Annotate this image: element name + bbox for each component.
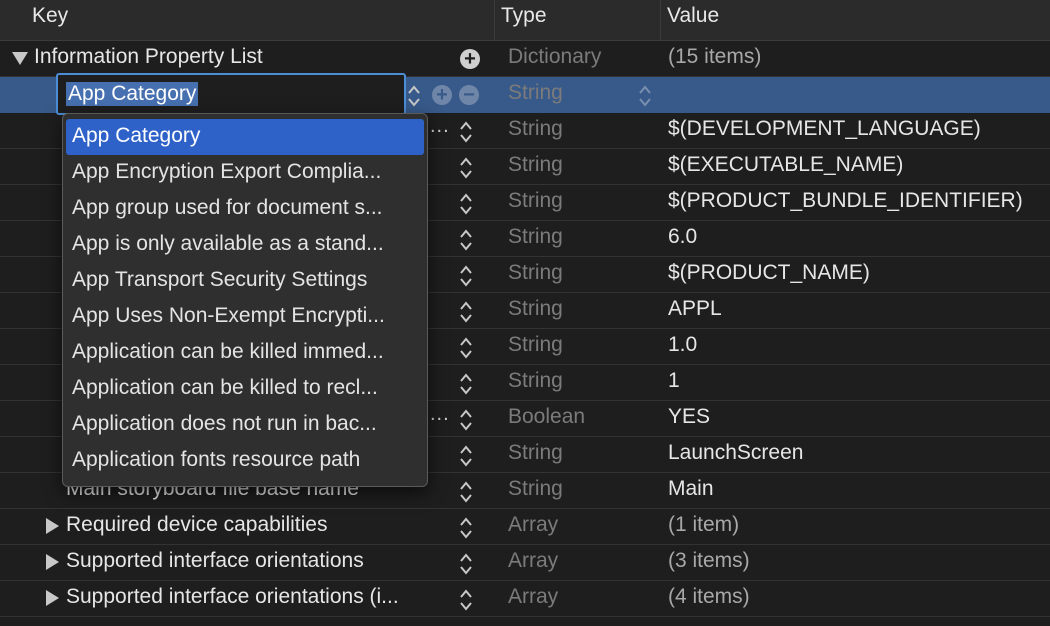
row-type: String: [508, 369, 563, 392]
add-item-icon[interactable]: +: [432, 85, 452, 105]
disclosure-triangle-icon[interactable]: [46, 554, 59, 570]
row-type: Array: [508, 513, 559, 536]
row-value: 6.0: [668, 225, 698, 248]
root-value: (15 items): [668, 45, 762, 68]
row-value: 1: [668, 369, 680, 392]
stepper-icon[interactable]: [458, 515, 474, 541]
row-value: $(PRODUCT_NAME): [668, 261, 870, 284]
stepper-icon[interactable]: [458, 371, 474, 397]
table-row[interactable]: Supported interface orientations Array (…: [0, 545, 1050, 581]
stepper-icon[interactable]: [458, 119, 474, 145]
row-key: Supported interface orientations: [66, 549, 364, 572]
key-edit-text[interactable]: App Category: [66, 82, 199, 106]
table-row[interactable]: Required device capabilities Array (1 it…: [0, 509, 1050, 545]
suggestion-item[interactable]: App Uses Non-Exempt Encrypti...: [66, 299, 424, 335]
stepper-icon[interactable]: [458, 335, 474, 361]
ellipsis-icon: ...: [430, 115, 450, 137]
disclosure-triangle-icon[interactable]: [46, 518, 59, 534]
root-row[interactable]: Information Property List + Dictionary (…: [0, 41, 1050, 77]
key-edit-field[interactable]: App Category: [56, 73, 406, 115]
row-type: String: [508, 333, 563, 356]
row-type: Array: [508, 585, 559, 608]
stepper-icon[interactable]: [458, 191, 474, 217]
suggestion-item[interactable]: App Transport Security Settings: [66, 263, 424, 299]
row-value: 1.0: [668, 333, 698, 356]
suggestion-item[interactable]: App Category: [66, 119, 424, 155]
suggestion-item[interactable]: Application does not run in bac...: [66, 407, 424, 443]
row-type: Boolean: [508, 405, 586, 428]
add-item-icon[interactable]: +: [460, 49, 480, 69]
row-value: $(DEVELOPMENT_LANGUAGE): [668, 117, 981, 140]
row-value: (3 items): [668, 549, 750, 572]
row-type: Array: [508, 549, 559, 572]
remove-item-icon[interactable]: −: [459, 85, 479, 105]
suggestion-item[interactable]: Application can be killed to recl...: [66, 371, 424, 407]
stepper-icon[interactable]: [458, 443, 474, 469]
row-type: String: [508, 261, 563, 284]
stepper-icon[interactable]: [458, 299, 474, 325]
row-type: String: [508, 225, 563, 248]
row-value: APPL: [668, 297, 722, 320]
row-key: Supported interface orientations (i...: [66, 585, 399, 608]
key-suggestions-popup: App Category App Encryption Export Compl…: [62, 113, 428, 487]
type-column-header[interactable]: Type: [501, 4, 547, 28]
suggestion-item[interactable]: Application can be killed immed...: [66, 335, 424, 371]
stepper-icon[interactable]: [458, 227, 474, 253]
disclosure-triangle-icon[interactable]: [12, 52, 28, 65]
disclosure-triangle-icon[interactable]: [46, 590, 59, 606]
row-value: $(EXECUTABLE_NAME): [668, 153, 904, 176]
column-divider[interactable]: [660, 0, 661, 40]
table-row[interactable]: Supported interface orientations (i... A…: [0, 581, 1050, 617]
column-header: Key Type Value: [0, 0, 1050, 41]
stepper-icon[interactable]: [458, 407, 474, 433]
stepper-icon[interactable]: [458, 155, 474, 181]
suggestion-item[interactable]: Application fonts resource path: [66, 443, 424, 479]
stepper-icon[interactable]: [458, 263, 474, 289]
row-value: (4 items): [668, 585, 750, 608]
type-stepper-icon[interactable]: [637, 83, 653, 109]
row-value: LaunchScreen: [668, 441, 804, 464]
row-type: String: [508, 297, 563, 320]
row-type: String: [508, 477, 563, 500]
key-stepper-icon[interactable]: [406, 83, 422, 109]
row-type[interactable]: String: [508, 81, 563, 105]
row-value: (1 item): [668, 513, 740, 536]
row-type: String: [508, 153, 563, 176]
suggestion-item[interactable]: App is only available as a stand...: [66, 227, 424, 263]
suggestion-item[interactable]: App Encryption Export Complia...: [66, 155, 424, 191]
stepper-icon[interactable]: [458, 587, 474, 613]
stepper-icon[interactable]: [458, 479, 474, 505]
key-column-header[interactable]: Key: [32, 4, 68, 28]
ellipsis-icon: ...: [430, 403, 450, 425]
row-type: String: [508, 441, 563, 464]
row-value: YES: [668, 405, 711, 428]
suggestion-item[interactable]: App group used for document s...: [66, 191, 424, 227]
stepper-icon[interactable]: [458, 551, 474, 577]
row-value: Main: [668, 477, 714, 500]
root-type: Dictionary: [508, 45, 602, 68]
row-type: String: [508, 117, 563, 140]
row-key: Required device capabilities: [66, 513, 328, 536]
column-divider[interactable]: [494, 0, 495, 40]
value-column-header[interactable]: Value: [667, 4, 719, 28]
row-value: $(PRODUCT_BUNDLE_IDENTIFIER): [668, 189, 1023, 212]
root-key: Information Property List: [34, 45, 263, 68]
row-type: String: [508, 189, 563, 212]
